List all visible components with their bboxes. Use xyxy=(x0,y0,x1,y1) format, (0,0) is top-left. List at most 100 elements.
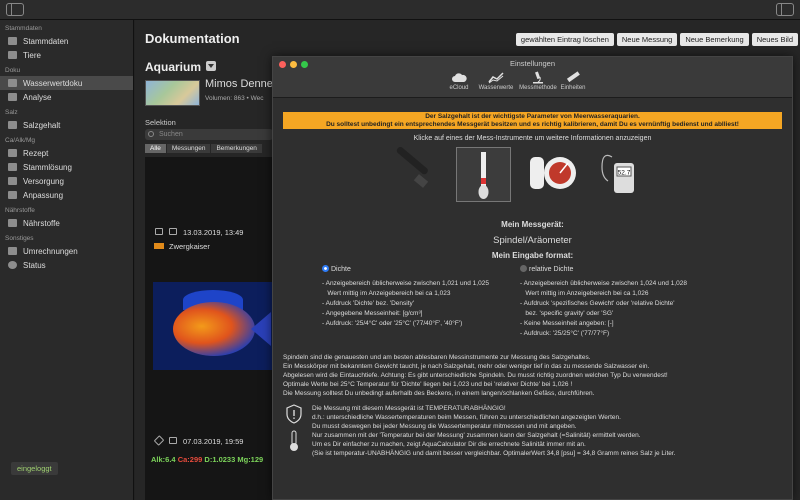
relative-density-info: - Anzeigebereich üblicherweise zwischen … xyxy=(520,280,687,337)
pencil-icon xyxy=(153,435,165,446)
sidebar-section-title: Stammdaten xyxy=(5,25,42,32)
sidebar-item-label: Stammlösung xyxy=(23,162,72,172)
tab-label: Einheiten xyxy=(560,85,586,91)
filter-measurements[interactable]: Messungen xyxy=(166,144,212,153)
filter-notes[interactable]: Bemerkungen xyxy=(211,144,263,153)
fish-photo[interactable] xyxy=(153,282,273,370)
probe-icon xyxy=(396,146,429,188)
instrument-electronic-probe[interactable] xyxy=(385,146,440,202)
cloud-icon xyxy=(451,71,467,84)
sidebar-section-title: Salz xyxy=(5,109,18,116)
sidebar-item-analyse[interactable]: Analyse xyxy=(0,90,133,104)
sidebar-toggle-icon[interactable] xyxy=(6,3,24,16)
sidebar: Stammdaten Stammdaten Tiere Doku Wasserw… xyxy=(0,20,134,500)
selection-label: Selektion xyxy=(145,118,176,127)
image-icon xyxy=(155,228,163,235)
sidebar-item-salzgehalt[interactable]: Salzgehalt xyxy=(0,118,133,132)
search-icon xyxy=(148,131,154,137)
trend-icon xyxy=(488,71,504,84)
sidebar-section-title: Ca/Alk/Mg xyxy=(5,137,35,144)
instrument-hint: Klicke auf eines der Mess-Instrumente um… xyxy=(413,135,652,142)
search-placeholder: Suchen xyxy=(159,131,183,138)
param-ca: Ca:299 xyxy=(177,455,203,464)
animal-icon xyxy=(8,51,17,59)
calendar-icon xyxy=(169,437,177,444)
entry-list[interactable]: 13.03.2019, 13:49 Zwergkaiser 07.03.2019… xyxy=(145,157,273,500)
radio-unselected-icon xyxy=(520,265,527,272)
tab-label: eCloud xyxy=(449,85,469,91)
app-window: Stammdaten Stammdaten Tiere Doku Wasserw… xyxy=(0,0,800,500)
nutrient-icon xyxy=(8,219,17,227)
sidebar-item-label: Wasserwertdoku xyxy=(23,78,83,88)
sidebar-item-umrechnungen[interactable]: Umrechnungen xyxy=(0,244,133,258)
sidebar-item-label: Nährstoffe xyxy=(23,218,60,228)
density-info: - Anzeigebereich üblicherweise zwischen … xyxy=(322,280,489,327)
warning-line-2: Du solltest unbedingt ein entsprechendes… xyxy=(326,121,739,128)
sidebar-item-label: Umrechnungen xyxy=(23,246,78,256)
sidebar-item-anpassung[interactable]: Anpassung xyxy=(0,188,133,202)
sidebar-item-rezept[interactable]: Rezept xyxy=(0,146,133,160)
doc-icon xyxy=(8,79,17,87)
tab-einheiten[interactable]: Einheiten xyxy=(551,71,595,91)
panel-toggle-icon[interactable] xyxy=(776,3,794,16)
fish-icon xyxy=(154,243,164,249)
instrument-hydrometer[interactable] xyxy=(456,147,511,202)
sidebar-item-label: Rezept xyxy=(23,148,49,158)
warning-banner: Der Salzgehalt ist der wichtigste Parame… xyxy=(283,112,782,129)
sidebar-item-label: Status xyxy=(23,260,46,270)
fish-tail xyxy=(251,312,271,346)
sidebar-item-status[interactable]: Status xyxy=(0,258,133,272)
titlebar xyxy=(0,0,800,20)
hydrometer-description: Spindeln sind die genauesten und am best… xyxy=(283,354,668,397)
sidebar-section-title: Doku xyxy=(5,67,21,74)
param-density: D:1.0233 xyxy=(204,455,236,464)
entry-date: 13.03.2019, 13:49 xyxy=(183,228,244,237)
delete-entry-button[interactable]: gewählten Eintrag löschen xyxy=(515,33,614,46)
sidebar-item-label: Tiere xyxy=(23,50,41,60)
radio-relative-density[interactable]: relative Dichte xyxy=(520,265,573,273)
new-note-button[interactable]: Neue Bemerkung xyxy=(680,33,749,46)
temperature-note: Die Messung mit diesem Messgerät ist TEM… xyxy=(312,405,676,457)
instrument-swing-arm[interactable] xyxy=(524,147,579,202)
swing-arm-icon xyxy=(530,157,576,189)
new-image-button[interactable]: Neues Bild xyxy=(751,33,798,46)
sidebar-item-label: Versorgung xyxy=(23,176,64,186)
warning-line-1: Der Salzgehalt ist der wichtigste Parame… xyxy=(425,113,640,120)
filter-all[interactable]: Alle xyxy=(145,144,167,153)
tab-wasserwerte[interactable]: Wasserwerte xyxy=(474,71,518,91)
entry-name: Zwergkaiser xyxy=(169,242,210,251)
sidebar-item-label: Analyse xyxy=(23,92,52,102)
sidebar-item-tiere[interactable]: Tiere xyxy=(0,48,133,62)
calendar-icon xyxy=(169,228,177,235)
status-icon xyxy=(8,261,17,269)
instrument-refractometer[interactable]: 52.7 xyxy=(594,147,649,202)
page-title: Dokumentation xyxy=(145,31,240,46)
input-format-heading: Mein Eingabe format: xyxy=(491,251,574,260)
hydrometer-icon xyxy=(478,152,489,199)
device-heading: Mein Messgerät: xyxy=(501,220,564,229)
device-value: Spindel/Aräometer xyxy=(493,235,572,246)
aquarium-heading: Aquarium xyxy=(145,60,202,74)
entry-params: Alk:6.4 Ca:299 D:1.0233 Mg:129 xyxy=(151,455,263,464)
sidebar-item-wasserwertdoku[interactable]: Wasserwertdoku xyxy=(0,76,133,90)
radio-density[interactable]: Dichte xyxy=(322,265,351,273)
search-input[interactable]: Suchen xyxy=(145,129,273,140)
convert-icon xyxy=(8,247,17,255)
radio-label: Dichte xyxy=(331,266,351,273)
sidebar-item-stammloesung[interactable]: Stammlösung xyxy=(0,160,133,174)
fish-body xyxy=(173,302,255,356)
sidebar-item-stammdaten[interactable]: Stammdaten xyxy=(0,34,133,48)
solution-icon xyxy=(8,163,17,171)
sidebar-item-versorgung[interactable]: Versorgung xyxy=(0,174,133,188)
sidebar-item-naehrstoffe[interactable]: Nährstoffe xyxy=(0,216,133,230)
sidebar-section-title: Sonstiges xyxy=(5,235,34,242)
new-measurement-button[interactable]: Neue Messung xyxy=(616,33,678,46)
aquarium-dropdown-icon[interactable] xyxy=(206,61,216,71)
param-mg: Mg:129 xyxy=(237,455,264,464)
refractometer-icon: 52.7 xyxy=(601,154,634,193)
adjust-icon xyxy=(8,191,17,199)
tab-label: Wasserwerte xyxy=(478,85,514,91)
aquarium-name: Mimos Denne xyxy=(205,78,273,90)
radio-selected-icon xyxy=(322,265,329,272)
sidebar-item-label: Salzgehalt xyxy=(23,120,61,130)
